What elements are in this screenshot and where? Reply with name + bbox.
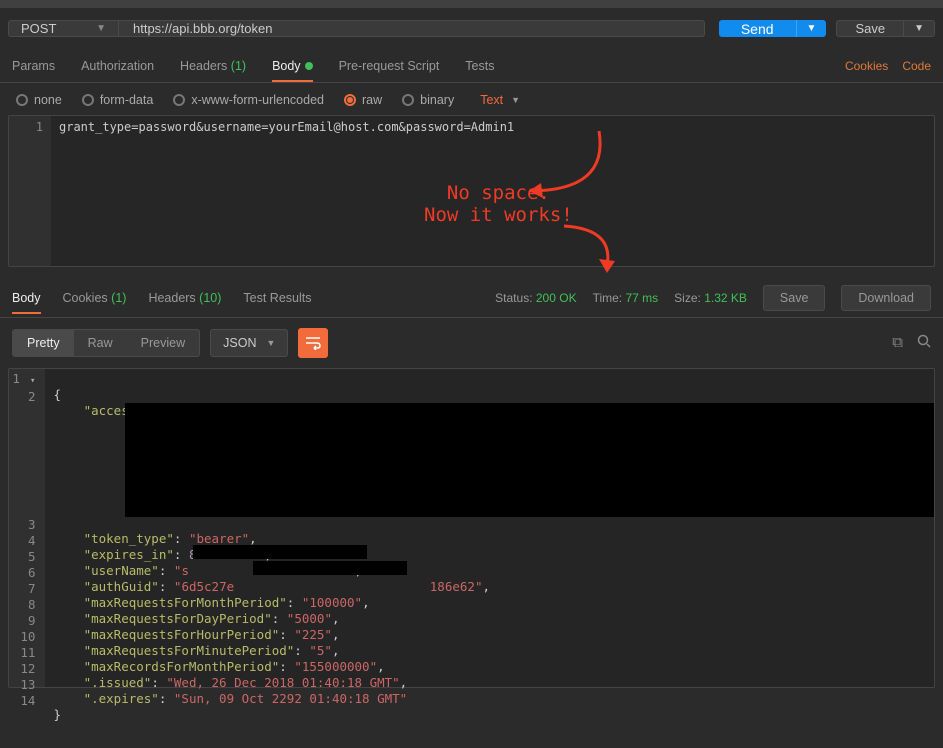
tab-body[interactable]: Body <box>272 59 313 73</box>
request-bar: POST ▼ https://api.bbb.org/token Send ▼ … <box>0 8 943 49</box>
request-tabs: Params Authorization Headers (1) Body Pr… <box>0 49 943 83</box>
arrow-icon <box>559 221 629 276</box>
link-cookies[interactable]: Cookies <box>845 59 888 73</box>
url-input[interactable]: https://api.bbb.org/token <box>118 20 705 37</box>
resp-tab-testresults[interactable]: Test Results <box>243 291 311 305</box>
redaction-block <box>125 403 934 517</box>
send-options-button[interactable]: ▼ <box>796 20 827 37</box>
view-raw[interactable]: Raw <box>74 330 127 356</box>
wrap-icon <box>305 336 321 350</box>
method-select[interactable]: POST ▼ <box>8 20 118 37</box>
dot-icon <box>305 62 313 70</box>
save-response-button[interactable]: Save <box>763 285 826 311</box>
tab-headers[interactable]: Headers (1) <box>180 59 246 73</box>
save-button[interactable]: Save <box>836 20 904 37</box>
radio-binary[interactable]: binary <box>402 93 454 107</box>
resp-tab-body[interactable]: Body <box>12 291 41 305</box>
radio-xwww[interactable]: x-www-form-urlencoded <box>173 93 324 107</box>
body-text-type-select[interactable]: Text ▼ <box>480 93 520 107</box>
line-gutter: 1 <box>9 116 51 266</box>
request-body-text: grant_type=password&username=yourEmail@h… <box>51 116 522 266</box>
tab-params[interactable]: Params <box>12 59 55 73</box>
view-mode-group: Pretty Raw Preview <box>12 329 200 357</box>
send-button[interactable]: Send <box>719 20 796 37</box>
body-type-selector: none form-data x-www-form-urlencoded raw… <box>0 83 943 115</box>
wrap-lines-button[interactable] <box>298 328 328 358</box>
response-view-bar: Pretty Raw Preview JSON ▼ ⧉ <box>0 318 943 368</box>
line-gutter: 1 ▾ 2 3 4 5 6 7 8 9 10 11 12 13 14 <box>9 369 45 687</box>
tab-prerequest[interactable]: Pre-request Script <box>339 59 440 73</box>
tab-tests[interactable]: Tests <box>465 59 494 73</box>
view-pretty[interactable]: Pretty <box>13 330 74 356</box>
redaction-block <box>253 561 407 575</box>
radio-none[interactable]: none <box>16 93 62 107</box>
chevron-down-icon: ▼ <box>266 338 275 348</box>
request-body-editor[interactable]: 1 grant_type=password&username=yourEmail… <box>8 115 935 267</box>
copy-icon[interactable]: ⧉ <box>892 334 903 352</box>
arrow-icon <box>509 121 619 201</box>
resp-tab-cookies[interactable]: Cookies (1) <box>63 291 127 305</box>
chevron-down-icon: ▼ <box>96 23 106 34</box>
radio-formdata[interactable]: form-data <box>82 93 154 107</box>
lang-select[interactable]: JSON ▼ <box>210 329 288 357</box>
redaction-block <box>193 545 367 559</box>
search-icon[interactable] <box>917 334 931 352</box>
chevron-down-icon: ▼ <box>511 95 520 105</box>
tab-authorization[interactable]: Authorization <box>81 59 154 73</box>
response-body-editor[interactable]: 1 ▾ 2 3 4 5 6 7 8 9 10 11 12 13 14 { "ac… <box>8 368 935 688</box>
radio-raw[interactable]: raw <box>344 93 382 107</box>
view-preview[interactable]: Preview <box>127 330 199 356</box>
response-tabs: Body Cookies (1) Headers (10) Test Resul… <box>0 279 943 318</box>
link-code[interactable]: Code <box>902 59 931 73</box>
resp-tab-headers[interactable]: Headers (10) <box>148 291 221 305</box>
save-options-button[interactable]: ▼ <box>904 20 935 37</box>
response-status: Status: 200 OK Time: 77 ms Size: 1.32 KB… <box>495 285 931 311</box>
download-button[interactable]: Download <box>841 285 931 311</box>
method-value: POST <box>21 21 56 36</box>
